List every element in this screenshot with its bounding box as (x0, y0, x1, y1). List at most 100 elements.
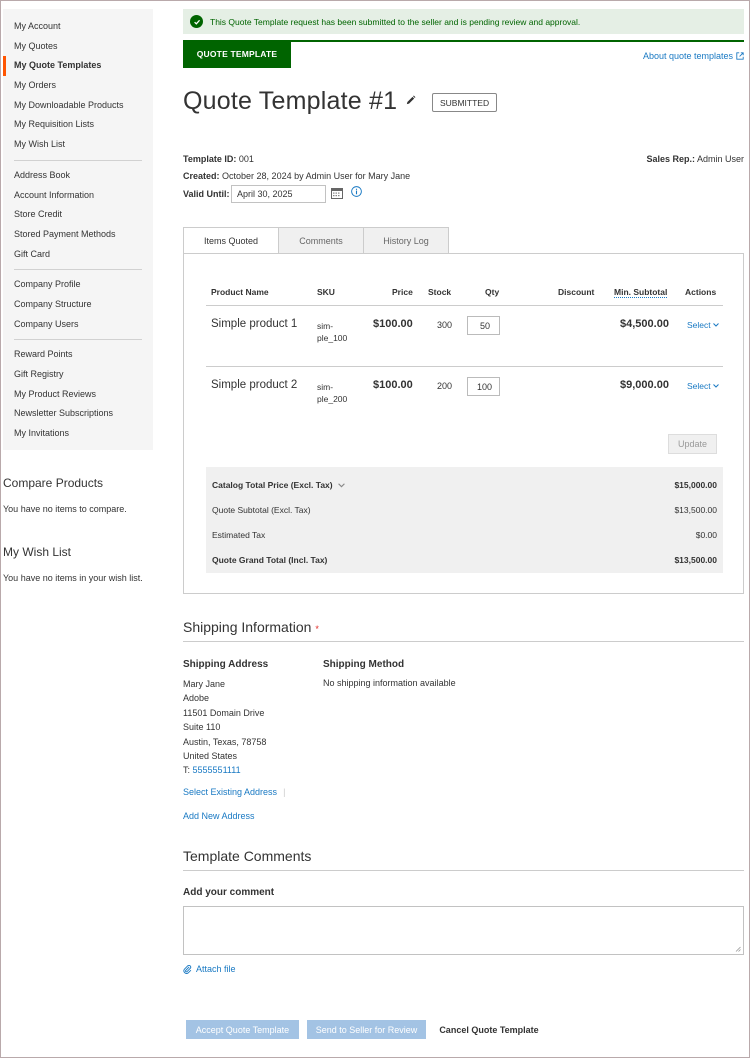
row1-price: $100.00 (373, 318, 413, 330)
quote-tabs: Items Quoted Comments History Log (183, 227, 449, 254)
catalog-total-row[interactable]: Catalog Total Price (Excl. Tax) $15,000.… (212, 480, 717, 490)
address-line: Mary Jane (183, 679, 226, 689)
account-sidebar: My Account My Quotes My Quote Templates My … (3, 9, 153, 450)
page-title: Quote Template #1 (183, 87, 398, 115)
shipping-divider (183, 641, 744, 642)
sidebar-item-company-profile[interactable]: Company Profile (3, 275, 153, 295)
row1-subtotal: $4,500.00 (620, 318, 669, 330)
catalog-total-label-wrap: Catalog Total Price (Excl. Tax) (212, 480, 345, 490)
attach-file-link[interactable]: Attach file (183, 964, 236, 974)
col-actions: Actions (685, 287, 717, 297)
sidebar-item-my-invitations[interactable]: My Invitations (3, 424, 153, 444)
sidebar-item-reward-points[interactable]: Reward Points (3, 345, 153, 365)
tab-comments[interactable]: Comments (278, 227, 364, 254)
created-value: October 28, 2024 by Admin User for Mary … (222, 171, 411, 181)
shipping-info-label: Shipping Information (183, 619, 312, 635)
about-quote-templates-link[interactable]: About quote templates (643, 51, 744, 61)
sidebar-item-company-users[interactable]: Company Users (3, 315, 153, 335)
shipping-method-text: No shipping information available (323, 678, 456, 688)
row2-product-name: Simple product 2 (211, 379, 298, 391)
sidebar-divider (14, 159, 142, 161)
valid-until-input[interactable]: April 30, 2025 (231, 185, 326, 203)
sidebar-item-gift-registry[interactable]: Gift Registry (3, 365, 153, 385)
row2-sku-line2: ple_200 (317, 394, 348, 404)
comment-textarea[interactable] (183, 906, 744, 955)
send-to-seller-button[interactable]: Send to Seller for Review (307, 1020, 426, 1039)
update-button[interactable]: Update (668, 434, 717, 454)
totals-summary: Catalog Total Price (Excl. Tax) $15,000.… (206, 467, 723, 573)
created-row: Created: October 28, 2024 by Admin User … (183, 171, 410, 181)
comments-divider (183, 870, 744, 871)
sidebar-item-my-product-reviews[interactable]: My Product Reviews (3, 385, 153, 405)
estimated-tax-value: $0.00 (695, 530, 717, 540)
tab-items-quoted[interactable]: Items Quoted (183, 227, 279, 254)
row1-product-name: Simple product 1 (211, 318, 298, 330)
about-link-label: About quote templates (642, 51, 733, 61)
shipping-info-title: Shipping Information * (183, 619, 319, 635)
sidebar-item-newsletter-subscriptions[interactable]: Newsletter Subscriptions (3, 404, 153, 424)
row2-qty-input[interactable]: 100 (467, 377, 500, 396)
col-discount: Discount (558, 287, 595, 297)
sidebar-item-my-downloadable-products[interactable]: My Downloadable Products (3, 96, 153, 116)
sidebar-item-my-requisition-lists[interactable]: My Requisition Lists (3, 115, 153, 135)
row1-select-action[interactable]: Select (687, 320, 719, 330)
sidebar-item-my-quote-templates[interactable]: My Quote Templates (3, 56, 153, 77)
sidebar-item-my-orders[interactable]: My Orders (3, 76, 153, 96)
sales-rep: Sales Rep.: Admin User (646, 154, 744, 164)
sidebar-item-address-book[interactable]: Address Book (3, 166, 153, 186)
sidebar-item-gift-card[interactable]: Gift Card (3, 245, 153, 265)
select-existing-address-link[interactable]: Select Existing Address (183, 787, 277, 797)
tab-history-log[interactable]: History Log (363, 227, 449, 254)
row2-subtotal: $9,000.00 (620, 379, 669, 391)
calendar-icon[interactable] (331, 187, 343, 199)
quote-subtotal-row: Quote Subtotal (Excl. Tax) $13,500.00 (212, 505, 717, 515)
row2-sku-line1: sim- (317, 382, 334, 392)
row1-sku-line2: ple_100 (317, 333, 348, 343)
address-phone: T: 5555551111 (183, 765, 241, 775)
wishlist-title: My Wish List (3, 545, 72, 559)
col-min-subtotal[interactable]: Min. Subtotal (614, 287, 668, 298)
address-line: United States (183, 751, 238, 761)
sidebar-item-stored-payment-methods[interactable]: Stored Payment Methods (3, 225, 153, 245)
table-header-divider (206, 305, 723, 306)
valid-until-label-wrap: Valid Until: (183, 189, 230, 199)
add-new-address-link[interactable]: Add New Address (183, 811, 255, 821)
compare-products-block: Compare Products You have no items to co… (3, 476, 153, 514)
cancel-quote-template-button[interactable]: Cancel Quote Template (436, 1020, 542, 1039)
phone-link[interactable]: 5555551111 (193, 765, 241, 775)
estimated-tax-row: Estimated Tax $0.00 (212, 530, 717, 540)
resize-handle-icon[interactable] (735, 946, 741, 952)
address-line: Austin, Texas, 78758 (183, 737, 267, 747)
row1-sku: sim-ple_100 (317, 320, 357, 344)
accept-quote-template-button[interactable]: Accept Quote Template (186, 1020, 299, 1039)
paperclip-icon (183, 964, 192, 974)
external-link-icon (736, 52, 744, 60)
pencil-icon[interactable] (405, 95, 416, 106)
col-stock: Stock (428, 287, 452, 297)
add-comment-label: Add your comment (183, 887, 275, 898)
row2-select-action[interactable]: Select (687, 381, 719, 391)
col-price: Price (392, 287, 413, 297)
sidebar-item-store-credit[interactable]: Store Credit (3, 205, 153, 225)
sidebar-item-my-wish-list[interactable]: My Wish List (3, 135, 153, 155)
row2-price: $100.00 (373, 379, 413, 391)
template-id-row: Template ID: 001 (183, 154, 254, 164)
row1-sku-line1: sim- (317, 321, 334, 331)
valid-until-label: Valid Until: (183, 189, 230, 199)
col-qty: Qty (485, 287, 500, 297)
row1-select-label: Select (687, 320, 711, 330)
quote-template-tab[interactable]: QUOTE TEMPLATE (183, 40, 291, 68)
phone-prefix: T: (183, 765, 191, 775)
col-sku: SKU (317, 287, 335, 297)
attach-file-label: Attach file (196, 964, 236, 974)
sidebar-item-company-structure[interactable]: Company Structure (3, 295, 153, 315)
sidebar-item-account-information[interactable]: Account Information (3, 186, 153, 206)
row1-stock: 300 (437, 320, 453, 330)
row1-qty-input[interactable]: 50 (467, 316, 500, 335)
address-line: Adobe (183, 693, 210, 703)
chevron-down-icon (712, 384, 719, 388)
row2-sku: sim-ple_200 (317, 381, 357, 405)
info-icon[interactable] (351, 186, 362, 197)
sidebar-item-my-account[interactable]: My Account (3, 17, 153, 37)
sidebar-item-my-quotes[interactable]: My Quotes (3, 37, 153, 57)
